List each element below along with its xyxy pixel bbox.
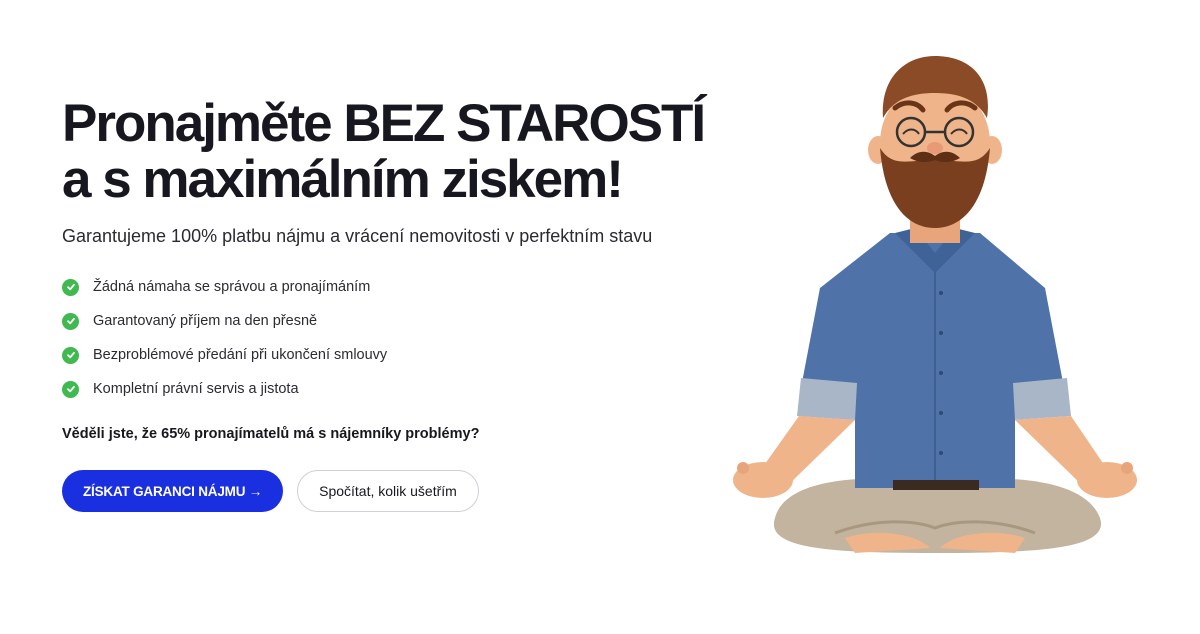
meditating-man-icon: [733, 56, 1137, 553]
check-circle-icon: [62, 278, 79, 296]
check-circle-icon: [62, 312, 79, 330]
feature-label: Kompletní právní servis a jistota: [93, 381, 299, 397]
headline-line-1: Pronajměte BEZ STAROSTÍ: [62, 94, 706, 153]
feature-item: Kompletní právní servis a jistota: [62, 372, 722, 406]
hero-section: Pronajměte BEZ STAROSTÍ a s maximálním z…: [62, 96, 722, 512]
page-title: Pronajměte BEZ STAROSTÍ a s maximálním z…: [62, 96, 722, 208]
meditating-man-illustration: [715, 48, 1155, 564]
feature-label: Garantovaný příjem na den přesně: [93, 313, 318, 329]
feature-item: Žádná námaha se správou a pronajímáním: [62, 270, 722, 304]
get-rent-guarantee-button[interactable]: ZÍSKAT GARANCI NÁJMU →: [62, 470, 284, 512]
headline-line-2: a s maximálním ziskem!: [62, 150, 624, 209]
check-circle-icon: [62, 346, 79, 364]
check-circle-icon: [62, 380, 79, 398]
feature-item: Bezproblémové předání při ukončení smlou…: [62, 338, 722, 372]
cta-group: ZÍSKAT GARANCI NÁJMU → Spočítat, kolik u…: [62, 470, 722, 512]
hero-subtitle: Garantujeme 100% platbu nájmu a vrácení …: [62, 226, 653, 246]
calculate-savings-button[interactable]: Spočítat, kolik ušetřím: [297, 470, 479, 512]
feature-item: Garantovaný příjem na den přesně: [62, 304, 722, 338]
feature-label: Žádná námaha se správou a pronajímáním: [93, 279, 371, 295]
problem-question: Věděli jste, že 65% pronajímatelů má s n…: [62, 426, 480, 442]
feature-list: Žádná námaha se správou a pronajímáním G…: [62, 270, 722, 406]
feature-label: Bezproblémové předání při ukončení smlou…: [93, 347, 388, 363]
